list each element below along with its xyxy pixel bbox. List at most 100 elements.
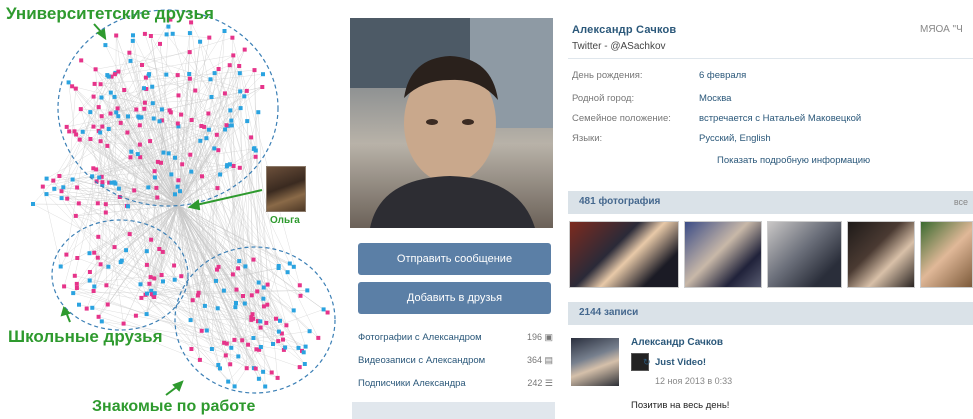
graph-edge <box>144 33 210 38</box>
graph-node <box>44 176 49 181</box>
graph-node <box>164 72 169 77</box>
info-label: День рождения: <box>572 70 643 81</box>
graph-node <box>276 264 281 268</box>
post-date[interactable]: 12 ноя 2013 в 0:33 <box>655 376 732 386</box>
graph-node <box>276 339 281 344</box>
photo-thumbnail[interactable] <box>920 221 973 288</box>
graph-edge <box>107 37 233 76</box>
sidebar-section-bar <box>352 402 555 419</box>
info-label: Семейное положение: <box>572 113 671 124</box>
graph-node <box>256 280 261 285</box>
graph-node <box>242 47 247 52</box>
graph-node <box>112 72 117 77</box>
graph-node <box>93 67 98 72</box>
graph-node <box>206 127 211 132</box>
graph-node <box>77 137 82 142</box>
photo-thumbnail[interactable] <box>684 221 762 288</box>
graph-node <box>75 256 80 260</box>
graph-node <box>234 287 239 292</box>
graph-node <box>283 345 288 350</box>
graph-node <box>66 80 71 85</box>
graph-edge <box>63 40 133 287</box>
graph-node <box>72 273 77 278</box>
graph-node <box>193 88 198 93</box>
followers-count: 242 <box>527 378 543 388</box>
videos-with-link[interactable]: Видеозаписи с Александром 364 ▤ <box>358 355 553 366</box>
post-author-name[interactable]: Александр Сачков <box>631 337 723 348</box>
graph-node <box>95 255 100 260</box>
show-more-info-link[interactable]: Показать подробную информацию <box>717 155 870 166</box>
graph-node <box>144 312 149 317</box>
graph-node <box>116 186 121 191</box>
graph-node <box>263 384 268 389</box>
graph-node <box>242 94 247 99</box>
graph-node <box>204 328 209 333</box>
post-author-avatar[interactable] <box>571 338 619 386</box>
graph-node <box>126 204 130 209</box>
info-value[interactable]: Русский, English <box>699 133 771 144</box>
graph-node <box>146 185 151 190</box>
photo-thumbnail[interactable] <box>569 221 679 288</box>
followers-label: Подписчики Александра <box>358 378 466 389</box>
graph-edge <box>89 168 94 254</box>
send-message-button[interactable]: Отправить сообщение <box>358 243 551 275</box>
graph-node <box>249 317 254 322</box>
graph-node <box>256 376 261 381</box>
graph-node <box>155 159 160 164</box>
add-friend-button[interactable]: Добавить в друзья <box>358 282 551 314</box>
graph-node <box>70 84 75 89</box>
graph-node <box>97 175 102 180</box>
photo-thumbnail[interactable] <box>847 221 915 288</box>
graph-node <box>258 319 263 324</box>
graph-node <box>231 164 236 168</box>
graph-edge <box>174 157 249 345</box>
profile-status[interactable]: Twitter - @ASachkov <box>572 41 666 52</box>
graph-node <box>98 82 103 87</box>
graph-node <box>152 276 157 281</box>
graph-node <box>261 296 266 301</box>
graph-node <box>78 107 83 112</box>
graph-node <box>245 119 250 124</box>
info-value[interactable]: 6 февраля <box>699 70 746 81</box>
graph-node <box>64 252 69 257</box>
graph-node <box>222 340 227 345</box>
graph-node <box>159 107 164 112</box>
graph-node <box>284 323 289 328</box>
photos-all-link[interactable]: все <box>954 197 968 207</box>
graph-node <box>100 124 105 129</box>
info-row-hometown: Родной город: Москва <box>572 93 731 104</box>
graph-node <box>84 306 89 311</box>
graph-node <box>190 298 195 303</box>
graph-edge <box>180 114 259 322</box>
info-value[interactable]: Москва <box>699 93 731 104</box>
graph-node <box>218 172 223 177</box>
graph-node <box>224 123 229 128</box>
posts-section-header[interactable]: 2144 записи <box>568 302 973 325</box>
graph-node <box>51 178 56 183</box>
graph-node <box>157 247 162 251</box>
graph-edge <box>105 44 167 75</box>
graph-node <box>189 118 194 122</box>
photos-with-link[interactable]: Фотографии с Александром 196 ▣ <box>358 332 553 343</box>
graph-node <box>325 310 330 315</box>
graph-node <box>229 345 234 350</box>
graph-node <box>73 213 78 218</box>
videos-with-label: Видеозаписи с Александром <box>358 355 486 366</box>
photos-section-header[interactable]: 481 фотография все <box>568 191 973 214</box>
graph-node <box>87 251 92 256</box>
school-friends-label: Школьные друзья <box>8 327 163 346</box>
graph-node <box>188 152 193 157</box>
info-value[interactable]: встречается с Натальей Маковецкой <box>699 113 861 124</box>
photo-thumbnail[interactable] <box>767 221 842 288</box>
graph-node <box>76 201 81 206</box>
graph-node <box>226 379 231 384</box>
profile-avatar[interactable] <box>350 18 553 228</box>
graph-node <box>79 58 84 63</box>
graph-node <box>243 264 248 269</box>
graph-node <box>71 291 76 296</box>
graph-node <box>172 263 177 268</box>
repost-source-name[interactable]: Just Video! <box>655 357 706 368</box>
graph-node <box>133 313 138 318</box>
graph-node <box>103 202 108 207</box>
followers-link[interactable]: Подписчики Александра 242 ☰ <box>358 378 553 389</box>
